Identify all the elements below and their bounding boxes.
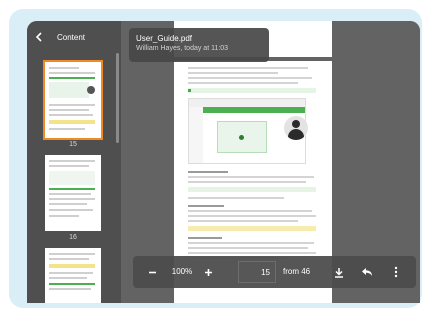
sidebar: Content 15 16: [27, 21, 121, 303]
thumb-note: [49, 264, 95, 268]
text-line: [188, 210, 312, 212]
page-thumbnail-16[interactable]: [45, 155, 101, 231]
thumb-line: [49, 209, 93, 211]
text-line: [188, 176, 314, 178]
screenshot-header: [189, 99, 305, 107]
thumb-line: [49, 128, 85, 130]
zoom-in-button[interactable]: [197, 256, 219, 288]
thumb-line: [49, 188, 95, 190]
section-heading: [188, 171, 228, 173]
download-icon: [335, 267, 343, 278]
plus-icon: [204, 268, 212, 276]
zoom-out-button[interactable]: [141, 256, 163, 288]
thumbnail-label: 15: [69, 141, 77, 148]
share-button[interactable]: [356, 256, 378, 288]
text-line: [188, 247, 308, 249]
thumb-line: [49, 193, 91, 195]
info-note: [188, 88, 316, 93]
thumb-line: [49, 72, 95, 74]
page-thumbnail-17[interactable]: [45, 248, 101, 303]
download-button[interactable]: [329, 256, 349, 288]
thumb-line: [49, 203, 87, 205]
warning-note: [188, 226, 316, 231]
text-line: [188, 67, 308, 69]
avatar-head: [292, 120, 300, 128]
screenshot-sidebar: [189, 107, 203, 163]
thumb-line: [49, 288, 91, 290]
user-avatar-image: [284, 116, 308, 140]
thumb-line: [49, 165, 89, 167]
thumb-line: [49, 272, 93, 274]
avatar-body: [288, 129, 304, 140]
chevron-left-icon: [35, 32, 42, 42]
zoom-level: 100%: [171, 267, 193, 276]
thumb-image: [49, 82, 89, 98]
thumb-avatar: [87, 86, 95, 94]
sidebar-title: Content: [57, 32, 86, 42]
file-info-tooltip: User_Guide.pdf William Hayes, today at 1…: [129, 28, 269, 62]
thumb-line: [49, 283, 95, 285]
text-line: [188, 220, 298, 222]
more-vertical-icon: [394, 266, 398, 278]
page-number-input[interactable]: [238, 261, 276, 283]
thumb-line: [49, 160, 95, 162]
thumb-line: [49, 215, 79, 217]
thumb-line: [49, 109, 89, 111]
section-heading: [188, 205, 224, 207]
minus-icon: [148, 271, 156, 273]
thumbnail-label: 16: [69, 234, 77, 241]
thumb-line: [49, 198, 95, 200]
screenshot-toolbar: [203, 107, 305, 113]
text-line: [188, 72, 278, 74]
thumb-line: [49, 77, 95, 79]
note-marker: [188, 89, 191, 92]
page-thumbnail-15[interactable]: [43, 60, 103, 140]
file-name: User_Guide.pdf: [136, 34, 193, 43]
text-line: [188, 82, 298, 84]
section-heading: [188, 237, 222, 239]
text-line: [188, 252, 316, 254]
sidebar-header: Content: [27, 21, 121, 53]
text-line: [188, 215, 316, 217]
text-line: [188, 181, 306, 183]
thumb-line: [49, 253, 95, 255]
thumb-line: [49, 277, 87, 279]
thumb-line: [49, 258, 89, 260]
back-button[interactable]: [27, 21, 51, 53]
thumb-note: [49, 120, 95, 124]
page-total: from 46: [283, 267, 311, 276]
text-line: [188, 77, 312, 79]
info-note: [188, 187, 316, 192]
more-options-button[interactable]: [386, 256, 406, 288]
thumb-image: [49, 171, 95, 185]
bottom-toolbar: 100% from 46: [133, 256, 416, 288]
sidebar-scrollbar[interactable]: [116, 53, 119, 143]
thumb-line: [49, 114, 93, 116]
text-line: [188, 242, 314, 244]
screenshot-marker: [239, 135, 244, 140]
thumb-line: [49, 67, 79, 69]
share-arrow-icon: [362, 268, 372, 276]
text-line: [188, 197, 284, 199]
file-meta: William Hayes, today at 11:03: [136, 45, 229, 52]
thumb-line: [49, 104, 95, 106]
